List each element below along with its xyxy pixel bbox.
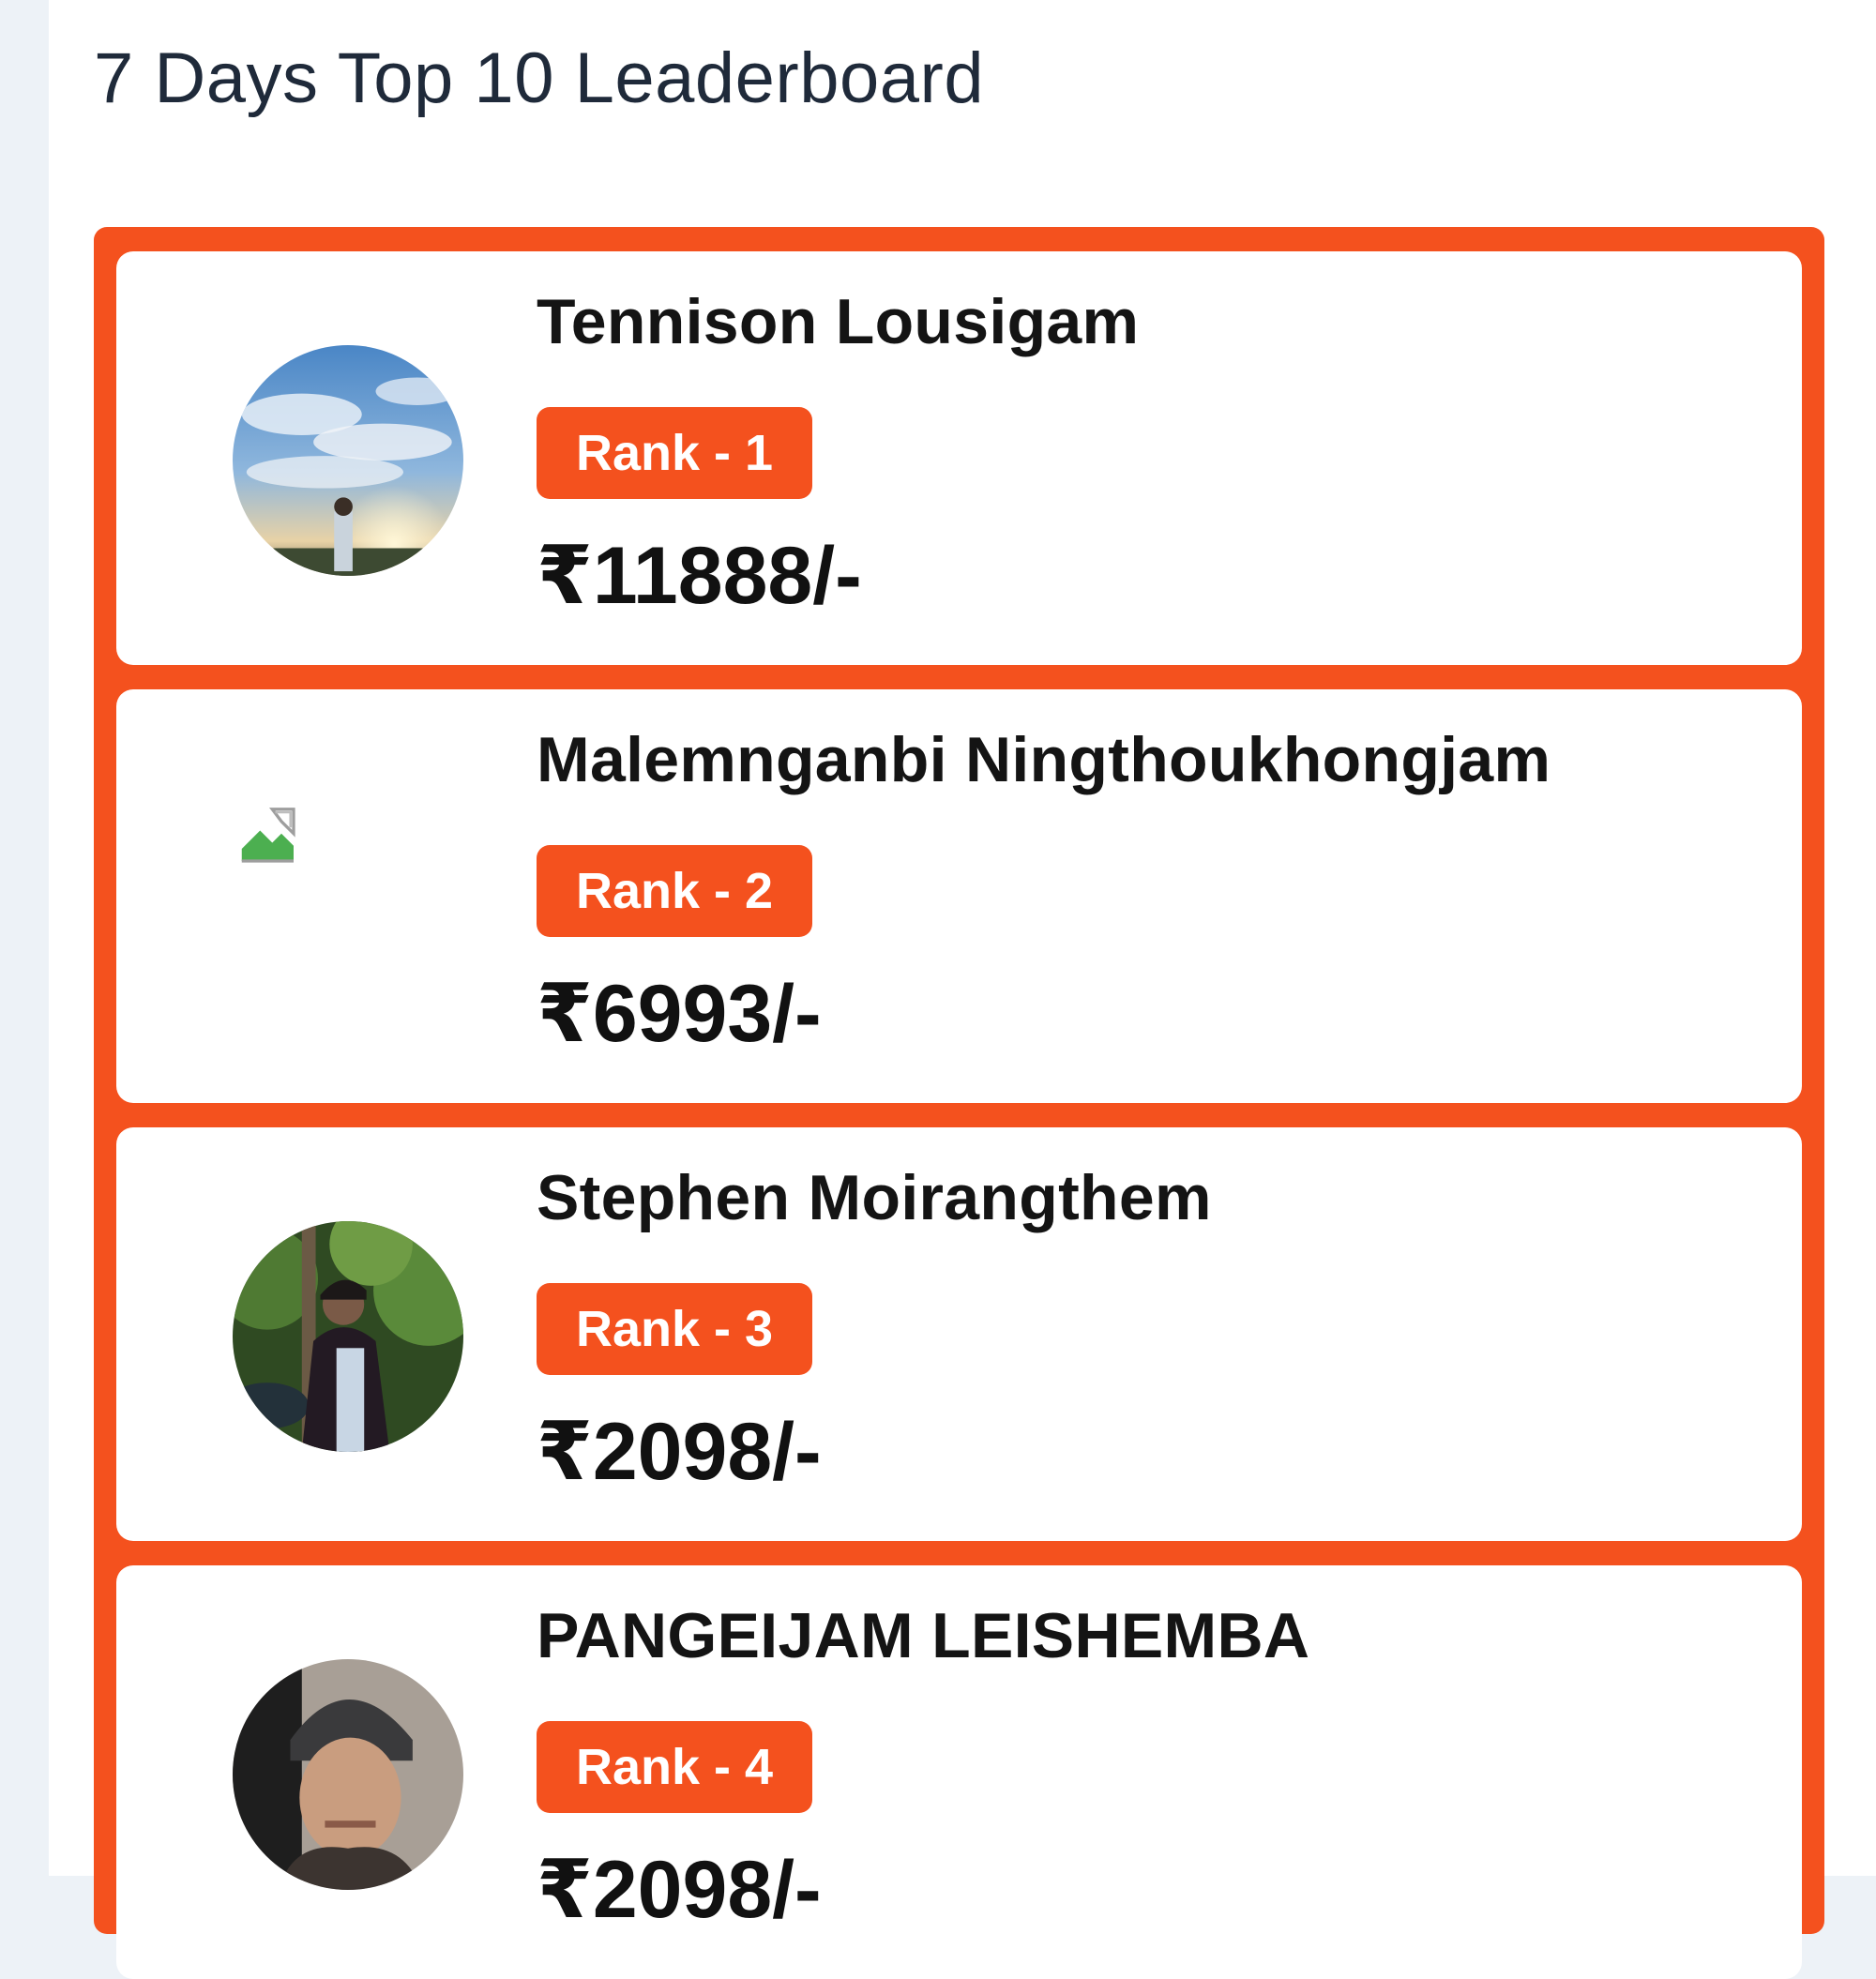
rank-badge: Rank - 1: [537, 407, 812, 499]
leaderboard-entry-3[interactable]: Stephen Moirangthem Rank - 3 ₹2098/-: [116, 1127, 1802, 1541]
winning-amount: ₹6993/-: [537, 969, 822, 1059]
leaderboard-entry-2[interactable]: Malemnganbi Ningthoukhongjam Rank - 2 ₹6…: [116, 689, 1802, 1103]
avatar-photo-sky: [233, 345, 463, 576]
user-name: Tennison Lousigam: [537, 286, 1140, 357]
leaderboard-list: Tennison Lousigam Rank - 1 ₹11888/- Male…: [94, 227, 1824, 1979]
user-avatar: [233, 345, 463, 576]
user-avatar: [233, 1221, 463, 1452]
rank-badge: Rank - 2: [537, 845, 812, 937]
rank-badge: Rank - 4: [537, 1721, 812, 1813]
leaderboard-panel: 7 Days Top 10 Leaderboard Tennison Lousi…: [49, 0, 1876, 1979]
user-name: PANGEIJAM LEISHEMBA: [537, 1600, 1310, 1671]
winning-amount: ₹11888/-: [537, 531, 862, 621]
user-name: Stephen Moirangthem: [537, 1162, 1212, 1233]
winning-amount: ₹2098/-: [537, 1845, 822, 1935]
broken-image-icon: [233, 800, 306, 873]
leaderboard-entry-4[interactable]: PANGEIJAM LEISHEMBA Rank - 4 ₹2098/-: [116, 1565, 1802, 1979]
leaderboard-entry-1[interactable]: Tennison Lousigam Rank - 1 ₹11888/-: [116, 251, 1802, 665]
leaderboard-title: 7 Days Top 10 Leaderboard: [94, 38, 985, 118]
user-name: Malemnganbi Ningthoukhongjam: [537, 724, 1551, 795]
rank-badge: Rank - 3: [537, 1283, 812, 1375]
avatar-photo-portrait: [233, 1659, 463, 1890]
user-avatar: [233, 1659, 463, 1890]
winning-amount: ₹2098/-: [537, 1407, 822, 1497]
avatar-photo-forest: [233, 1221, 463, 1452]
